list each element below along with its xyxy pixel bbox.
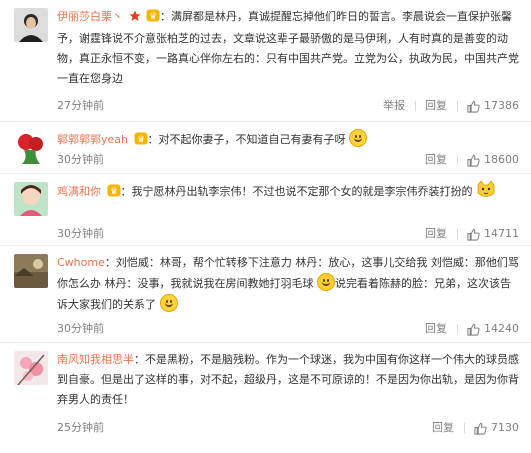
thumbs-up-icon	[474, 422, 487, 435]
reply-link[interactable]: 回复	[415, 226, 457, 242]
thumbs-up-icon	[467, 323, 480, 336]
vip-level-badge-icon: ♛	[146, 9, 160, 29]
like-count: 14711	[484, 227, 519, 240]
cat-emoji-icon	[476, 180, 496, 199]
username-link[interactable]: 鸡满和你	[57, 185, 101, 198]
comment-meta: 30分钟前 回复 14240	[57, 321, 521, 337]
thumbs-up-icon	[467, 100, 480, 113]
thumbs-up-icon	[467, 228, 480, 241]
reply-link[interactable]: 回复	[415, 152, 457, 168]
comment-item: 鸡满和你 ♛ ：我宁愿林丹出轨李宗伟！不过也说不定那个女的就是李宗伟乔装打扮的 …	[0, 174, 531, 246]
like-button[interactable]: 18600	[457, 152, 521, 168]
like-button[interactable]: 14240	[457, 321, 521, 337]
like-button[interactable]: 14711	[457, 226, 521, 242]
comment-item: Cwhome：刘恺威：林哥，帮个忙转移下注意力 林丹：放心，这事儿交给我 刘恺威…	[0, 246, 531, 343]
comment-body: 南风知我相思半：不是黑粉，不是脑残粉。作为一个球迷，我为中国有你这样一个伟大的球…	[57, 353, 519, 406]
reply-link[interactable]: 回复	[422, 420, 464, 436]
report-link[interactable]: 举报	[373, 98, 415, 114]
username-link[interactable]: 南风知我相思半	[57, 353, 134, 366]
avatar[interactable]	[14, 182, 48, 216]
comment-meta: 30分钟前 回复 14711	[57, 226, 521, 242]
comment-text: 满屏都是林丹，真诚提醒忘掉他们昨日的誓言。李晨说会一直保护张馨予，谢霆锋说不介意…	[57, 10, 519, 85]
smile-emoji-icon	[159, 294, 178, 312]
avatar[interactable]	[14, 8, 48, 42]
vip-level-badge-icon: ♛	[107, 184, 121, 204]
star-badge-icon	[129, 9, 141, 29]
like-button[interactable]: 17386	[457, 98, 521, 114]
thumbs-up-icon	[467, 154, 480, 167]
timestamp: 25分钟前	[57, 421, 104, 434]
username-link[interactable]: Cwhome	[57, 256, 105, 269]
comment-meta: 25分钟前 回复 7130	[57, 420, 521, 436]
svg-text:♛: ♛	[149, 12, 157, 22]
comment-body: 鸡满和你 ♛ ：我宁愿林丹出轨李宗伟！不过也说不定那个女的就是李宗伟乔装打扮的	[57, 180, 521, 204]
like-count: 14240	[484, 322, 519, 335]
like-button[interactable]: 7130	[464, 420, 521, 436]
comment-meta: 30分钟前 回复 18600	[57, 152, 521, 168]
reply-link[interactable]: 回复	[415, 321, 457, 337]
grin-emoji-icon	[317, 273, 335, 291]
timestamp: 30分钟前	[57, 153, 104, 166]
svg-text:♛: ♛	[136, 135, 144, 145]
comment-text: 对不起你妻子，不知道自己有妻有子呀	[158, 133, 346, 146]
reply-link[interactable]: 回复	[415, 98, 457, 114]
comment-item: 南风知我相思半：不是黑粉，不是脑残粉。作为一个球迷，我为中国有你这样一个伟大的球…	[0, 343, 531, 453]
avatar[interactable]	[14, 130, 48, 164]
comment-meta: 27分钟前 举报 回复 17386	[57, 98, 521, 114]
like-count: 18600	[484, 153, 519, 166]
svg-text:♛: ♛	[109, 187, 117, 197]
comment-item: 伊丽莎白栗丶 ♛ ：满屏都是林丹，真诚提醒忘掉他们昨日的誓言。李晨说会一直保护张…	[0, 0, 531, 122]
username-link[interactable]: 伊丽莎白栗丶	[57, 10, 123, 23]
comment-item: 郭郭郭郭yeah ♛ ：对不起你妻子，不知道自己有妻有子呀 30分钟前 回复 1…	[0, 122, 531, 174]
vip-level-badge-icon: ♛	[134, 132, 148, 152]
avatar[interactable]	[14, 254, 48, 288]
username-link[interactable]: 郭郭郭郭yeah	[57, 133, 128, 146]
timestamp: 30分钟前	[57, 322, 104, 335]
smile-emoji-icon	[349, 129, 367, 147]
comment-body: 郭郭郭郭yeah ♛ ：对不起你妻子，不知道自己有妻有子呀	[57, 129, 521, 152]
comment-text: 我宁愿林丹出轨李宗伟！不过也说不定那个女的就是李宗伟乔装打扮的	[131, 185, 473, 198]
comment-body: Cwhome：刘恺威：林哥，帮个忙转移下注意力 林丹：放心，这事儿交给我 刘恺威…	[57, 256, 519, 312]
timestamp: 27分钟前	[57, 99, 104, 112]
like-count: 7130	[491, 421, 519, 434]
timestamp: 30分钟前	[57, 227, 104, 240]
avatar[interactable]	[14, 351, 48, 385]
comment-body: 伊丽莎白栗丶 ♛ ：满屏都是林丹，真诚提醒忘掉他们昨日的誓言。李晨说会一直保护张…	[57, 9, 519, 85]
like-count: 17386	[484, 99, 519, 112]
